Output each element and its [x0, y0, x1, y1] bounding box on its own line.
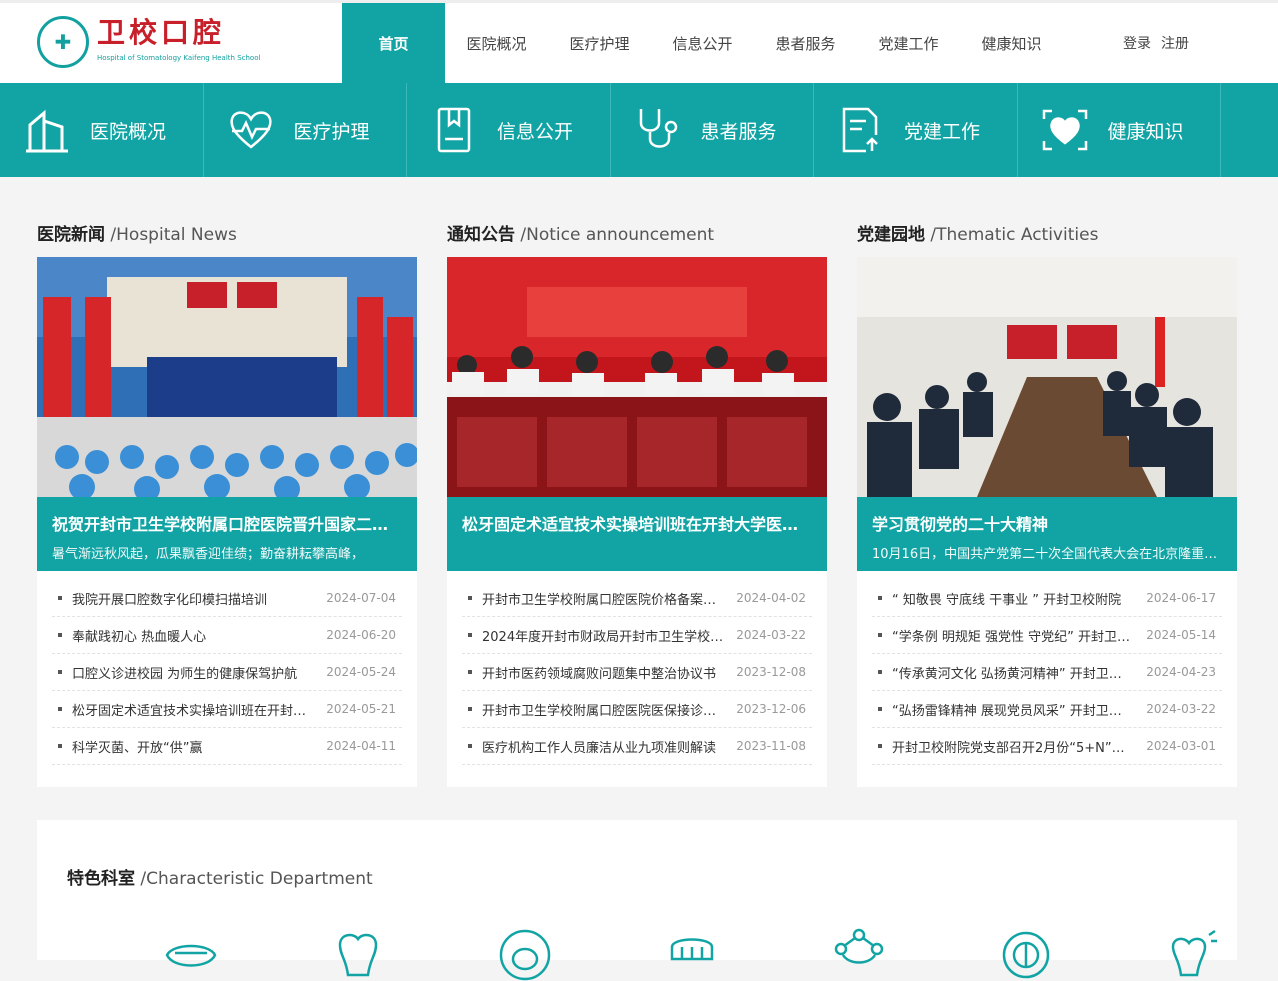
party-card: 学习贯彻党的二十大精神 10月16日，中国共产党第二十次全国代表大会在北京隆重开…	[857, 257, 1237, 787]
quick-link-patient[interactable]: 患者服务	[611, 83, 814, 177]
section-title-party: 党建园地 /Thematic Activities	[857, 225, 1099, 245]
nav-overview[interactable]: 医院概况	[445, 3, 548, 83]
quick-link-health[interactable]: 健康知识	[1018, 83, 1221, 177]
throat-icon[interactable]	[441, 925, 608, 981]
stethoscope-icon	[633, 105, 683, 155]
logo-title: 卫校口腔	[97, 16, 226, 49]
news-card: 祝贺开封市卫生学校附属口腔医院晋升国家二级口腔专科医院 暑气渐远秋风起，瓜果飘香…	[37, 257, 417, 787]
login-link[interactable]: 登录	[1123, 36, 1151, 52]
quick-link-label: 医院概况	[90, 120, 167, 143]
news-list: 我院开展口腔数字化印模扫描培训 2024-07-04 奉献践初心 热血暖人心 202…	[37, 571, 417, 765]
party-list: “ 知敬畏 守底线 干事业 ” 开封卫校附院 2024-06-17 “学条例 明规…	[857, 571, 1237, 765]
nav-patient[interactable]: 患者服务	[754, 3, 857, 83]
section-title-department: 特色科室 /Characteristic Department	[67, 869, 373, 889]
news-caption-title: 祝贺开封市卫生学校附属口腔医院晋升国家二级口腔专科医院	[52, 515, 402, 534]
upload-doc-icon	[836, 105, 886, 155]
list-item[interactable]: “弘扬雷锋精神 展现党员风采” 开封卫校附院 2024-03-22	[872, 691, 1222, 728]
logo[interactable]: ✚ 卫校口腔 Hospital of Stomatology Kaifeng H…	[37, 16, 260, 68]
toothache-icon[interactable]	[1109, 925, 1276, 981]
list-item[interactable]: “ 知敬畏 守底线 干事业 ” 开封卫校附院 2024-06-17	[872, 580, 1222, 617]
tooth-icon[interactable]	[274, 925, 441, 981]
denture-icon[interactable]	[608, 925, 775, 981]
list-item[interactable]: “传承黄河文化 弘扬黄河精神” 开封卫校附院 2024-04-23	[872, 654, 1222, 691]
quick-link-label: 患者服务	[700, 120, 777, 143]
list-item[interactable]: 开封市卫生学校附属口腔医院价格备案公示 2024-04-02	[462, 580, 812, 617]
section-title-news: 医院新闻 /Hospital News	[37, 225, 237, 245]
quick-link-label: 健康知识	[1107, 120, 1184, 143]
quick-link-medical[interactable]: 医疗护理	[204, 83, 407, 177]
notice-photo[interactable]	[447, 257, 827, 497]
quick-link-label: 信息公开	[497, 120, 574, 143]
notice-list: 开封市卫生学校附属口腔医院价格备案公示 2024-04-02 2024年度开封市财…	[447, 571, 827, 765]
notice-caption[interactable]: 松牙固定术适宜技术实操培训班在开封大学医学部举办	[447, 497, 827, 571]
section-title-notice: 通知公告 /Notice announcement	[447, 225, 715, 245]
quick-links-band: 医院概况 医疗护理 信息公开 患者服务 党建工作 健康知识	[0, 83, 1278, 177]
news-photo[interactable]	[37, 257, 417, 497]
list-item[interactable]: “学条例 明规矩 强党性 守党纪” 开封卫校附院 2024-05-14	[872, 617, 1222, 654]
logo-subtitle: Hospital of Stomatology Kaifeng Health S…	[97, 54, 261, 62]
heartbeat-icon	[226, 105, 276, 155]
quick-link-info[interactable]: 信息公开	[407, 83, 611, 177]
nav-info[interactable]: 信息公开	[651, 3, 754, 83]
list-item[interactable]: 松牙固定术适宜技术实操培训班在开封大学医学部举办2024-05-21	[52, 691, 402, 728]
nav-home[interactable]: 首页	[342, 3, 445, 83]
implant-icon[interactable]	[942, 925, 1109, 981]
quick-link-overview[interactable]: 医院概况	[0, 83, 204, 177]
list-item[interactable]: 口腔义诊进校园 为师生的健康保驾护航 2024-05-24	[52, 654, 402, 691]
news-caption[interactable]: 祝贺开封市卫生学校附属口腔医院晋升国家二级口腔专科医院 暑气渐远秋风起，瓜果飘香…	[37, 497, 417, 571]
molecule-icon[interactable]	[775, 925, 942, 981]
logo-emblem-icon: ✚	[37, 16, 89, 68]
heart-frame-icon	[1040, 105, 1090, 155]
main-nav: 首页 医院概况 医疗护理 信息公开 患者服务 党建工作 健康知识	[342, 3, 1063, 83]
site-header: ✚ 卫校口腔 Hospital of Stomatology Kaifeng H…	[0, 0, 1278, 83]
list-item[interactable]: 开封市医药领域腐败问题集中整治协议书 2023-12-08	[462, 654, 812, 691]
list-item[interactable]: 医疗机构工作人员廉洁从业九项准则解读 2023-11-08	[462, 728, 812, 765]
list-item[interactable]: 我院开展口腔数字化印模扫描培训 2024-07-04	[52, 580, 402, 617]
list-item[interactable]: 2024年度开封市财政局开封市卫生学校附属口腔医院2024-03-22	[462, 617, 812, 654]
quick-link-label: 医疗护理	[293, 120, 370, 143]
quick-link-party[interactable]: 党建工作	[814, 83, 1018, 177]
notice-card: 松牙固定术适宜技术实操培训班在开封大学医学部举办 开封市卫生学校附属口腔医院价格…	[447, 257, 827, 787]
building-icon	[22, 105, 72, 155]
nav-medical-care[interactable]: 医疗护理	[548, 3, 651, 83]
department-section: 特色科室 /Characteristic Department	[37, 820, 1237, 981]
list-item[interactable]: 科学灭菌、开放“供”赢 2024-04-11	[52, 728, 402, 765]
list-item[interactable]: 开封市卫生学校附属口腔医院医保接诊管理 2023-12-06	[462, 691, 812, 728]
register-link[interactable]: 注册	[1161, 36, 1189, 52]
party-photo[interactable]	[857, 257, 1237, 497]
notice-caption-title: 松牙固定术适宜技术实操培训班在开封大学医学部举办	[462, 515, 812, 534]
party-caption[interactable]: 学习贯彻党的二十大精神 10月16日，中国共产党第二十次全国代表大会在北京隆重开…	[857, 497, 1237, 571]
auth-links: 登录 注册	[1123, 33, 1199, 53]
list-item[interactable]: 奉献践初心 热血暖人心 2024-06-20	[52, 617, 402, 654]
quick-link-label: 党建工作	[904, 120, 981, 143]
party-caption-sub: 10月16日，中国共产党第二十次全国代表大会在北京隆重开幕	[872, 547, 1222, 562]
department-icons	[107, 925, 1276, 981]
list-item[interactable]: 开封卫校附院党支部召开2月份“5+N”主题党日活动2024-03-01	[872, 728, 1222, 765]
nav-party[interactable]: 党建工作	[857, 3, 960, 83]
document-icon	[429, 105, 479, 155]
news-caption-sub: 暑气渐远秋风起，瓜果飘香迎佳绩；勤奋耕耘攀高峰，	[52, 547, 365, 562]
mouth-icon[interactable]	[107, 925, 274, 981]
nav-health[interactable]: 健康知识	[960, 3, 1063, 83]
party-caption-title: 学习贯彻党的二十大精神	[872, 515, 1049, 534]
